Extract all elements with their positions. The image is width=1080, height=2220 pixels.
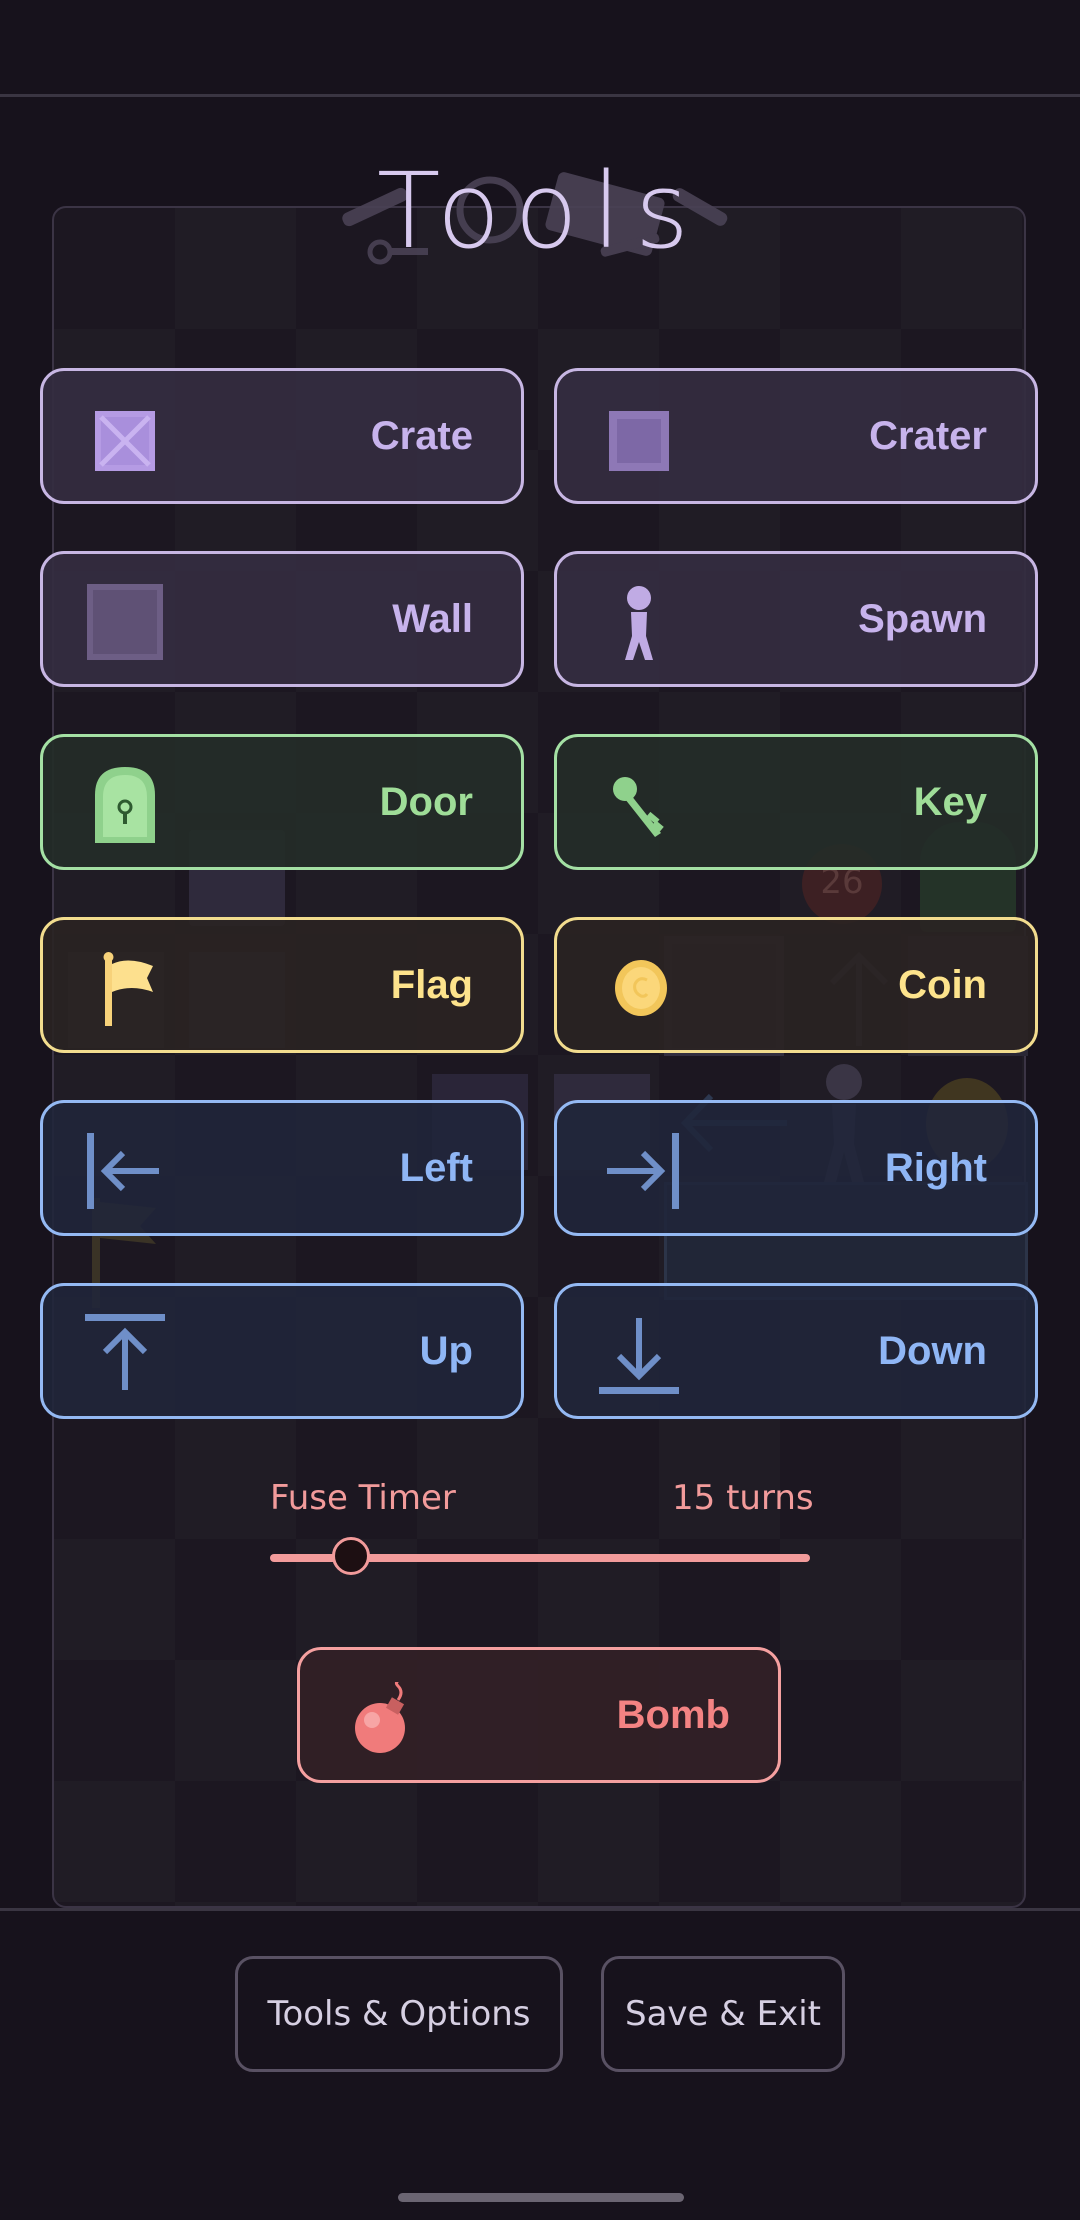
wall-icon (87, 584, 163, 660)
arrow-right-icon (607, 1133, 679, 1209)
home-indicator[interactable] (398, 2193, 684, 2202)
tool-right-label: Right (884, 1145, 987, 1190)
tool-key-label: Key (913, 779, 987, 824)
tool-down-label: Down (878, 1328, 987, 1373)
tool-down-button[interactable]: Down (554, 1283, 1038, 1419)
tool-flag-button[interactable]: Flag (40, 917, 524, 1053)
tool-wall-label: Wall (392, 596, 473, 641)
fuse-timer-slider-thumb[interactable] (332, 1537, 370, 1575)
tool-flag-label: Flag (390, 962, 473, 1007)
fuse-timer-label: Fuse Timer (270, 1478, 456, 1518)
coin-icon (615, 960, 667, 1016)
crater-icon (609, 411, 669, 471)
tools-options-button[interactable]: Tools & Options (235, 1956, 563, 2072)
tool-door-label: Door (379, 779, 473, 824)
tool-door-button[interactable]: Door (40, 734, 524, 870)
tool-wall-button[interactable]: Wall (40, 551, 524, 687)
top-divider (0, 94, 1080, 97)
tool-coin-button[interactable]: Coin (554, 917, 1038, 1053)
save-exit-button[interactable]: Save & Exit (601, 1956, 845, 2072)
tool-crater-label: Crater (869, 413, 987, 458)
door-icon (95, 767, 155, 843)
bomb-icon (355, 1682, 405, 1753)
bottom-divider (0, 1908, 1080, 1911)
tool-coin-label: Coin (898, 962, 987, 1007)
tool-spawn-label: Spawn (858, 596, 987, 641)
tool-bomb-label: Bomb (616, 1692, 730, 1737)
tool-key-button[interactable]: Key (554, 734, 1038, 870)
crate-icon (95, 411, 155, 471)
tool-bomb-button[interactable]: Bomb (297, 1647, 781, 1783)
tool-crate-button[interactable]: Crate (40, 368, 524, 504)
tool-right-button[interactable]: Right (554, 1100, 1038, 1236)
tool-left-button[interactable]: Left (40, 1100, 524, 1236)
tool-up-button[interactable]: Up (40, 1283, 524, 1419)
tool-left-label: Left (399, 1145, 473, 1190)
flag-icon (103, 952, 153, 1026)
page-title: Tools (376, 150, 704, 272)
arrow-up-icon (85, 1314, 165, 1390)
tool-spawn-button[interactable]: Spawn (554, 551, 1038, 687)
tool-up-label: Up (419, 1328, 473, 1373)
arrow-left-icon (87, 1133, 159, 1209)
spawn-person-icon (625, 586, 653, 660)
arrow-down-icon (599, 1318, 679, 1394)
fuse-timer-value: 15 turns (672, 1478, 814, 1518)
key-icon (613, 777, 664, 837)
tool-crate-label: Crate (370, 413, 473, 458)
tool-crater-button[interactable]: Crater (554, 368, 1038, 504)
